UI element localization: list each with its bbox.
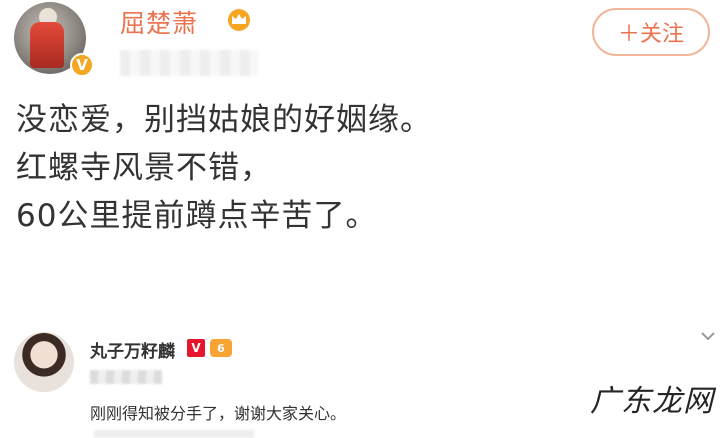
crown-icon [228,9,250,31]
avatar-figure [30,22,64,68]
follow-button[interactable]: ＋关注 [592,8,710,56]
verified-badge-icon: V [70,53,94,77]
comment-text: 刚刚得知被分手了，谢谢大家关心。 [90,404,347,423]
post-line-2: 红螺寺风景不错， [16,150,272,186]
post-card: V 屈楚萧 ＋关注 没恋爱，别挡姑娘的好姻缘。 红螺寺风景不错， 60公里提前蹲… [0,0,725,300]
comment-username[interactable]: 丸子万籽麟 [90,337,175,362]
blurred-footer [94,430,254,438]
post-line-1: 没恋爱，别挡姑娘的好姻缘。 [16,102,432,138]
level-badge-icon: 6 [210,339,232,357]
post-text: 没恋爱，别挡姑娘的好姻缘。 红螺寺风景不错， 60公里提前蹲点辛苦了。 [16,96,432,240]
chevron-down-icon[interactable] [700,330,716,342]
comment-avatar[interactable] [14,332,74,392]
post-username[interactable]: 屈楚萧 [120,4,198,40]
blurred-meta [120,50,258,76]
blurred-timestamp [90,370,162,384]
post-line-3: 60公里提前蹲点辛苦了。 [16,198,378,234]
watermark: 广东龙网 [590,384,714,419]
verified-v-badge-icon: V [187,339,205,357]
